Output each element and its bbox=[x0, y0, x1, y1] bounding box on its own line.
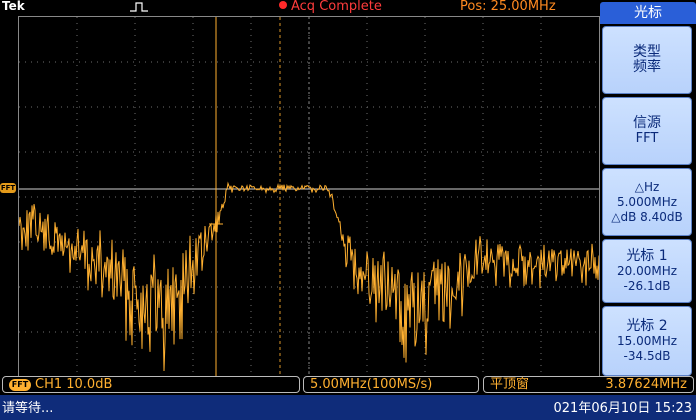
footer-bar: 请等待... 021年06月10日 15:23 bbox=[0, 395, 696, 420]
date-time: 021年06月10日 15:23 bbox=[553, 401, 693, 416]
cursor-side-menu: 光标 类型 频率 信源 FFT △Hz 5.000MHz △dB 8.40dB … bbox=[600, 2, 696, 376]
cursor-1-freq: 20.00MHz bbox=[616, 263, 678, 278]
channel-status-bar: FFT CH1 10.0dB 5.00MHz(100MS/s) 平顶窗 3.876… bbox=[0, 376, 696, 394]
timebase-readout[interactable]: 5.00MHz(100MS/s) bbox=[303, 376, 479, 393]
cursor-type-label: 类型 bbox=[633, 44, 661, 60]
delta-hz-label: △Hz bbox=[634, 179, 660, 194]
window-type: 平顶窗 bbox=[490, 377, 530, 392]
brand-logo: Tek bbox=[2, 0, 25, 13]
delta-db-value: △dB 8.40dB bbox=[611, 209, 683, 224]
cursor-2-button[interactable]: 光标 2 15.00MHz -34.5dB bbox=[602, 306, 692, 376]
trigger-frequency: 3.87624MHz bbox=[605, 377, 687, 392]
cursor-type-button[interactable]: 类型 频率 bbox=[602, 26, 692, 94]
cursor-source-value: FFT bbox=[635, 131, 659, 146]
channel-scale: CH1 10.0dB bbox=[35, 377, 113, 392]
fft-badge: FFT bbox=[9, 379, 31, 391]
cursor-source-label: 信源 bbox=[633, 115, 661, 131]
status-message: 请等待... bbox=[2, 401, 54, 416]
top-status-bar: Tek Acq Complete Pos: 25.00MHz bbox=[0, 0, 600, 14]
acq-indicator-icon bbox=[279, 1, 287, 9]
channel-readout[interactable]: FFT CH1 10.0dB bbox=[2, 376, 300, 393]
cursor-source-button[interactable]: 信源 FFT bbox=[602, 97, 692, 165]
cursor-2-label: 光标 2 bbox=[626, 317, 668, 334]
cursor-type-value: 频率 bbox=[633, 59, 661, 75]
cursor-delta-readout[interactable]: △Hz 5.000MHz △dB 8.40dB bbox=[602, 168, 692, 236]
trigger-icon bbox=[130, 2, 148, 12]
cursor-2-freq: 15.00MHz bbox=[616, 333, 678, 348]
waveform-canvas bbox=[19, 17, 599, 377]
menu-title: 光标 bbox=[600, 2, 696, 24]
acquisition-status: Acq Complete bbox=[279, 0, 382, 14]
delta-hz-value: 5.000MHz bbox=[616, 194, 678, 209]
cursor-1-label: 光标 1 bbox=[626, 247, 668, 264]
graticule bbox=[19, 17, 599, 377]
fft-reference-marker: FFT bbox=[0, 183, 16, 193]
horizontal-position: Pos: 25.00MHz bbox=[460, 0, 556, 14]
cursor-1-button[interactable]: 光标 1 20.00MHz -26.1dB bbox=[602, 239, 692, 303]
acq-status-text: Acq Complete bbox=[291, 0, 382, 14]
cursor-1-level: -26.1dB bbox=[623, 278, 671, 293]
window-readout[interactable]: 平顶窗 3.87624MHz bbox=[483, 376, 694, 393]
cursor-2-level: -34.5dB bbox=[623, 348, 671, 363]
waveform-display bbox=[18, 16, 600, 378]
